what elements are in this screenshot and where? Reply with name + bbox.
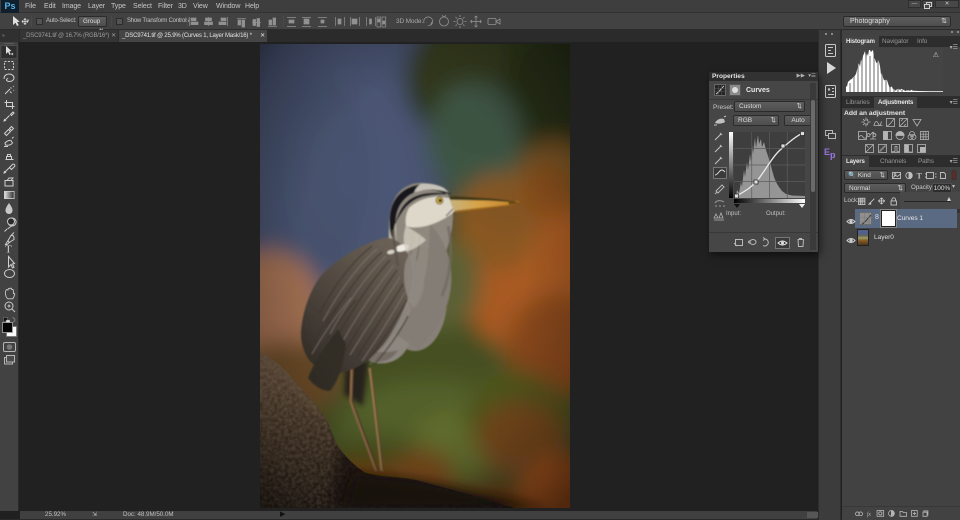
- svg-text:T: T: [5, 244, 12, 256]
- svg-text:p: p: [830, 150, 836, 160]
- svg-text:fx: fx: [867, 511, 872, 518]
- svg-text:T: T: [917, 172, 923, 181]
